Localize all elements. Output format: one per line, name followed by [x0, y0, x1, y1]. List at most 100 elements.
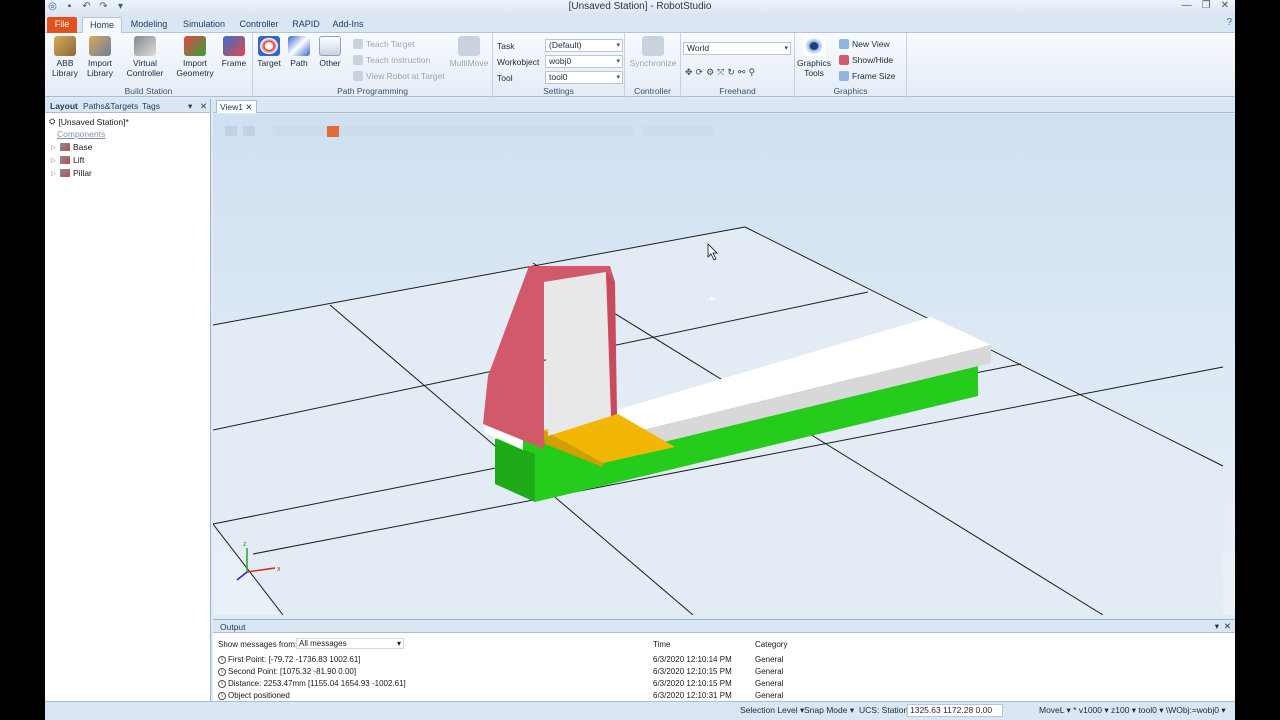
tab-add-ins[interactable]: Add-Ins	[330, 17, 366, 33]
row-time: 6/3/2020 12:10:15 PM	[653, 679, 732, 688]
show-hide-icon	[839, 55, 849, 65]
workobject-combo[interactable]: wobj0 ▾	[545, 55, 623, 68]
multimove-button[interactable]: MultiMove	[449, 36, 489, 68]
output-title: Output	[220, 622, 246, 632]
table-row[interactable]: i First Point: [-79.72 -1736.83 1002.61]	[218, 655, 361, 664]
jog-linear-icon[interactable]: ⤧	[717, 67, 724, 78]
info-icon: i	[218, 691, 226, 700]
component-lift[interactable]: ▷ Lift	[51, 155, 84, 165]
status-bar: Selection Level ▾ Snap Mode ▾ UCS: Stati…	[45, 701, 1235, 720]
expand-icon[interactable]: ▷	[51, 144, 57, 151]
chevron-down-icon: ▾	[616, 74, 620, 81]
move-icon[interactable]: ✥	[685, 67, 693, 78]
frame-icon	[223, 36, 245, 56]
freehand-extra-icon[interactable]: ⚲	[748, 67, 755, 78]
teach-instruction-button[interactable]: Teach Instruction	[353, 55, 430, 65]
tab-view1[interactable]: View1 ✕	[216, 100, 257, 113]
task-label: Task	[497, 41, 515, 51]
table-row[interactable]: i Second Point: [1075.32 -81.90 0.00]	[218, 667, 356, 676]
group-label-freehand: Freehand	[719, 86, 756, 96]
abb-library-button[interactable]: ABB Library	[49, 36, 81, 78]
output-header: Output ▾ ✕	[213, 620, 1235, 633]
group-label-build-station: Build Station	[124, 86, 173, 96]
workobject-label: Workobject	[497, 57, 540, 67]
selection-level-button[interactable]: Selection Level ▾	[740, 705, 804, 716]
restore-icon[interactable]: ❐	[1202, 0, 1211, 11]
info-icon: i	[218, 679, 226, 688]
output-panel: Output ▾ ✕ Show messages from: All messa…	[213, 619, 1235, 701]
component-icon	[60, 143, 70, 151]
pillar-panel[interactable]	[544, 272, 611, 436]
column-time[interactable]: Time	[653, 640, 670, 649]
panel-menu-icon[interactable]: ▾	[188, 101, 192, 112]
coordinates-field[interactable]: 1325.63 1172.28 0.00	[907, 704, 1003, 717]
panel-menu-icon[interactable]: ▾	[1215, 621, 1219, 632]
expand-icon[interactable]: ▷	[51, 157, 57, 164]
snap-object-icon[interactable]	[327, 126, 339, 137]
show-hide-button[interactable]: Show/Hide	[839, 55, 893, 65]
component-pillar[interactable]: ▷ Pillar	[51, 168, 92, 178]
station-node[interactable]: ⛭ [Unsaved Station]*	[49, 117, 129, 127]
tab-layout[interactable]: Layout	[50, 101, 78, 111]
path-icon	[288, 36, 310, 56]
group-label-settings: Settings	[543, 86, 574, 96]
group-graphics: Graphics Tools New View Show/Hide Frame …	[795, 33, 907, 97]
tab-modeling[interactable]: Modeling	[127, 17, 171, 33]
tool-combo[interactable]: tool0 ▾	[545, 71, 623, 84]
row-time: 6/3/2020 12:10:14 PM	[653, 655, 732, 664]
snap-mode-button[interactable]: Snap Mode ▾	[804, 705, 854, 716]
tab-file[interactable]: File	[47, 17, 77, 33]
path-button[interactable]: Path	[285, 36, 313, 68]
minimize-icon[interactable]: —	[1182, 0, 1192, 11]
3d-scene[interactable]: ✦ x z	[213, 114, 1235, 615]
column-category[interactable]: Category	[755, 640, 787, 649]
ribbon-tabs: File Home Modeling Simulation Controller…	[45, 15, 1235, 33]
origin-marker: ✦	[708, 294, 716, 304]
close-icon[interactable]: ✕	[1221, 0, 1229, 11]
table-row[interactable]: i Distance: 2253.47mm [1155.04 1654.93 -1…	[218, 679, 406, 688]
graphics-tools-button[interactable]: Graphics Tools	[795, 36, 833, 78]
rotate-icon[interactable]: ⟳	[696, 67, 704, 78]
close-icon[interactable]: ✕	[245, 102, 252, 112]
panel-close-icon[interactable]: ✕	[1224, 621, 1231, 632]
tab-tags[interactable]: Tags	[142, 101, 160, 111]
help-icon[interactable]: ?	[1226, 17, 1232, 28]
target-button[interactable]: Target	[255, 36, 283, 68]
component-base[interactable]: ▷ Base	[51, 142, 92, 152]
multirobot-jog-icon[interactable]: ⚯	[738, 67, 746, 78]
view-robot-at-target-button[interactable]: View Robot at Target	[353, 71, 445, 81]
task-combo[interactable]: (Default) ▾	[545, 39, 623, 52]
tab-home[interactable]: Home	[82, 17, 122, 33]
message-filter-combo[interactable]: All messages ▾	[296, 638, 404, 649]
jog-reorient-icon[interactable]: ↻	[727, 67, 735, 78]
target-icon	[258, 36, 280, 56]
other-button[interactable]: Other	[315, 36, 345, 68]
reference-combo[interactable]: World ▾	[683, 42, 791, 55]
expand-icon[interactable]: ▷	[51, 170, 57, 177]
tab-controller[interactable]: Controller	[237, 17, 281, 33]
ribbon: ABB Library Import Library Virtual Contr…	[45, 33, 1235, 97]
tab-rapid[interactable]: RAPID	[291, 17, 321, 33]
import-geometry-button[interactable]: Import Geometry	[173, 36, 217, 78]
group-label-graphics: Graphics	[833, 86, 868, 96]
table-row[interactable]: i Object positioned	[218, 691, 290, 700]
synchronize-button[interactable]: Synchronize	[627, 36, 679, 68]
group-build-station: ABB Library Import Library Virtual Contr…	[45, 33, 253, 97]
layout-panel: Layout Paths&Targets Tags ▾ ✕ ⛭ [Unsaved …	[45, 99, 211, 720]
teach-target-button[interactable]: Teach Target	[353, 39, 415, 49]
chevron-down-icon: ▾	[616, 42, 620, 49]
new-view-button[interactable]: New View	[839, 39, 890, 49]
robotstudio-window: ◎ ▪ ↶ ↷ ▾ [Unsaved Station] - RobotStudi…	[45, 0, 1235, 720]
frame-button[interactable]: Frame	[219, 36, 249, 68]
virtual-controller-button[interactable]: Virtual Controller	[123, 36, 167, 78]
tab-simulation[interactable]: Simulation	[179, 17, 229, 33]
frame-size-button[interactable]: Frame Size	[839, 71, 895, 81]
teach-instruction-icon	[353, 55, 363, 65]
import-library-button[interactable]: Import Library	[83, 36, 117, 78]
jog-joint-icon[interactable]: ⚙	[706, 67, 714, 78]
window-title: [Unsaved Station] - RobotStudio	[568, 1, 712, 12]
row-time: 6/3/2020 12:10:15 PM	[653, 667, 732, 676]
panel-close-icon[interactable]: ✕	[200, 101, 207, 112]
instruction-template[interactable]: MoveL ▾ * v1000 ▾ z100 ▾ tool0 ▾ \WObj:=…	[1039, 705, 1226, 716]
tab-paths-targets[interactable]: Paths&Targets	[83, 101, 138, 111]
